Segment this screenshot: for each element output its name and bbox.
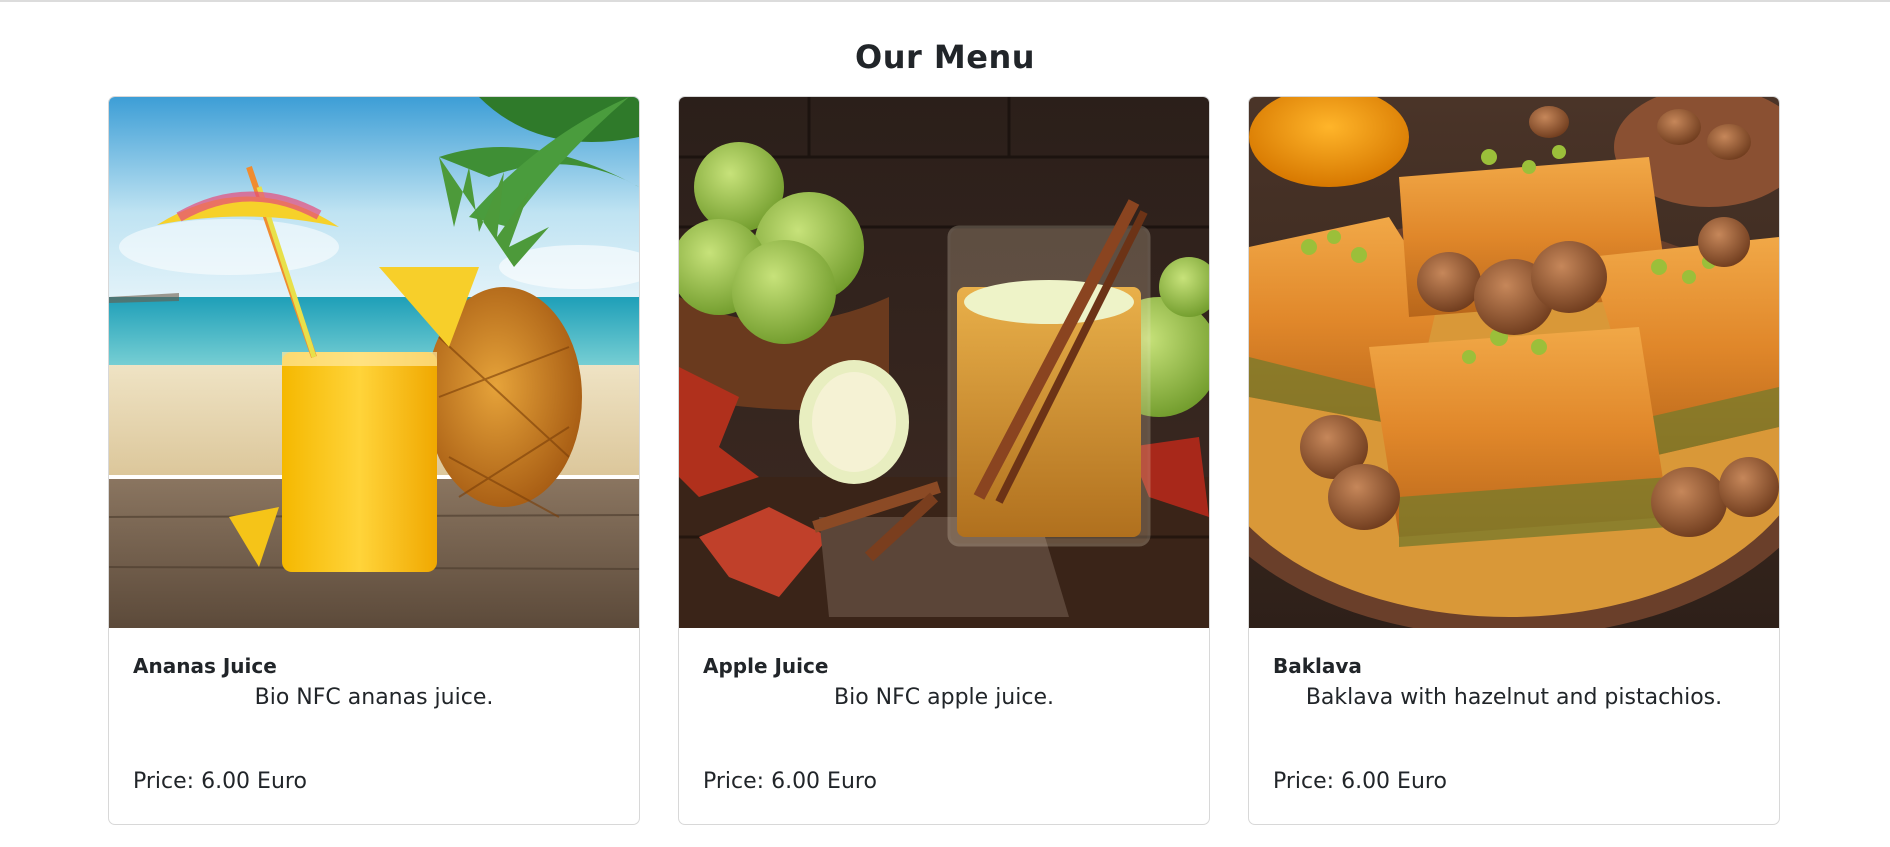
menu-card-baklava[interactable]: Baklava Baklava with hazelnut and pistac… xyxy=(1248,96,1780,825)
item-description: Bio NFC apple juice. xyxy=(834,685,1054,710)
item-name: Apple Juice xyxy=(703,654,829,678)
menu-card-ananas-juice[interactable]: Ananas Juice Bio NFC ananas juice. Price… xyxy=(108,96,640,825)
menu-card-apple-juice[interactable]: Apple Juice Bio NFC apple juice. Price: … xyxy=(678,96,1210,825)
top-border-line xyxy=(0,0,1890,2)
item-name: Baklava xyxy=(1273,654,1362,678)
item-price: Price: 6.00 Euro xyxy=(703,769,877,794)
apple-juice-cinnamon-image xyxy=(679,97,1209,628)
item-name: Ananas Juice xyxy=(133,654,277,678)
card-body: Baklava Baklava with hazelnut and pistac… xyxy=(1249,628,1779,824)
card-body: Apple Juice Bio NFC apple juice. Price: … xyxy=(679,628,1209,824)
item-description: Bio NFC ananas juice. xyxy=(254,685,494,710)
pineapple-juice-beach-image xyxy=(109,97,639,628)
item-description: Baklava with hazelnut and pistachios. xyxy=(1305,685,1723,710)
item-price: Price: 6.00 Euro xyxy=(133,769,307,794)
item-price: Price: 6.00 Euro xyxy=(1273,769,1447,794)
menu-grid: Ananas Juice Bio NFC ananas juice. Price… xyxy=(108,96,1782,827)
page-title: Our Menu xyxy=(854,38,1035,76)
baklava-hazelnut-image xyxy=(1249,97,1779,628)
card-body: Ananas Juice Bio NFC ananas juice. Price… xyxy=(109,628,639,824)
